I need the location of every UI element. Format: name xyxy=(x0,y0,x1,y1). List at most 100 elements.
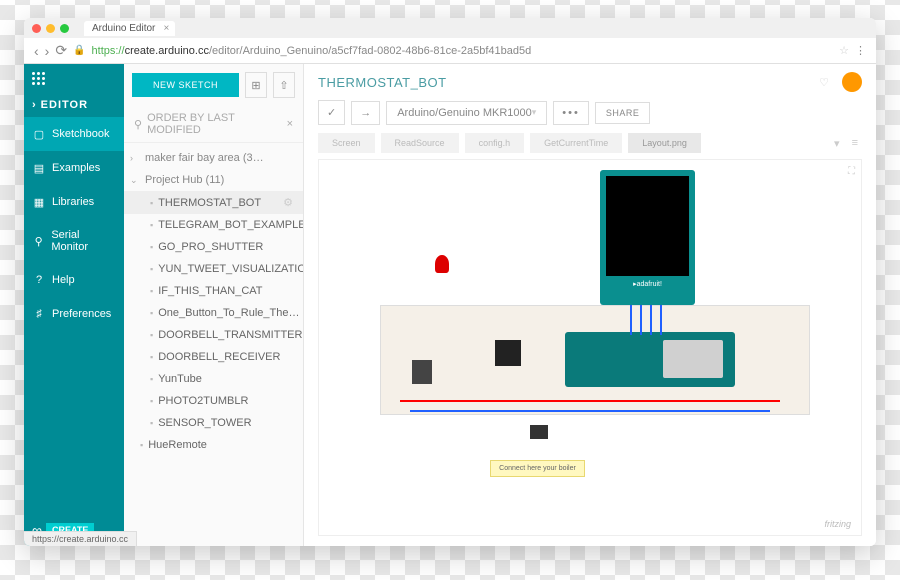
new-sketch-button[interactable]: NEW SKETCH xyxy=(132,73,239,97)
expand-icon[interactable]: ⛶ xyxy=(848,166,855,177)
window-titlebar: Arduino Editor xyxy=(24,18,876,38)
relay xyxy=(530,425,548,439)
tree-file[interactable]: ▪DOORBELL_RECEIVER xyxy=(124,346,303,368)
file-tree: maker fair bay area (3… Project Hub (11)… xyxy=(124,143,303,546)
wire xyxy=(400,400,780,402)
menu-icon[interactable]: ⋮ xyxy=(855,44,866,57)
forward-button[interactable]: › xyxy=(45,43,50,59)
file-icon: ▪ xyxy=(150,330,153,340)
maximize-window-button[interactable] xyxy=(60,24,69,33)
close-window-button[interactable] xyxy=(32,24,41,33)
sidebar-item-label: Preferences xyxy=(52,308,111,320)
sidebar-item-libraries[interactable]: ▦ Libraries xyxy=(24,185,124,219)
tab-config[interactable]: config.h xyxy=(465,133,525,153)
browser-window: Arduino Editor ‹ › ⟳ 🔒 https://create.ar… xyxy=(24,18,876,546)
chevron-down-icon[interactable]: ▾ xyxy=(830,135,844,152)
sidebar-item-preferences[interactable]: ♯ Preferences xyxy=(24,297,124,331)
wire xyxy=(410,410,770,412)
file-icon: ▪ xyxy=(150,264,153,274)
tree-file-label: YUN_TWEET_VISUALIZATIO… xyxy=(158,263,303,275)
tree-file-label: DOORBELL_TRANSMITTER xyxy=(158,329,302,341)
sidebar-item-sketchbook[interactable]: ▢ Sketchbook xyxy=(24,117,124,151)
import-button[interactable]: ⊞ xyxy=(245,72,267,98)
more-button[interactable]: ••• xyxy=(553,101,589,125)
sliders-icon: ♯ xyxy=(32,307,46,321)
back-button[interactable]: ‹ xyxy=(34,43,39,59)
wire xyxy=(640,305,642,335)
main-header: THERMOSTAT_BOT ♡ xyxy=(304,64,876,100)
tree-file[interactable]: ▪TELEGRAM_BOT_EXAMPLE_L… xyxy=(124,214,303,236)
project-title: THERMOSTAT_BOT xyxy=(318,75,806,90)
bell-icon: ♡ xyxy=(819,76,829,89)
tree-file-label: THERMOSTAT_BOT xyxy=(158,197,261,209)
tab-readsource[interactable]: ReadSource xyxy=(381,133,459,153)
wire xyxy=(650,305,652,335)
lock-icon: 🔒 xyxy=(73,45,85,56)
tree-file[interactable]: ▪HueRemote xyxy=(124,434,303,456)
wire xyxy=(630,305,632,335)
tree-file[interactable]: ▪SENSOR_TOWER xyxy=(124,412,303,434)
url-field[interactable]: https://create.arduino.cc/editor/Arduino… xyxy=(92,45,834,57)
url-protocol: https:// xyxy=(92,45,125,57)
reload-button[interactable]: ⟳ xyxy=(55,42,67,59)
file-icon: ▪ xyxy=(150,352,153,362)
notifications-button[interactable]: ♡ xyxy=(814,72,834,92)
board-select[interactable]: Arduino/Genuino MKR1000 xyxy=(386,101,547,125)
bookmark-icon[interactable]: ☆ xyxy=(839,44,849,57)
tree-file[interactable]: ▪IF_THIS_THAN_CAT xyxy=(124,280,303,302)
gear-icon[interactable]: ⚙ xyxy=(283,196,293,209)
close-icon[interactable]: × xyxy=(287,118,293,130)
tree-folder[interactable]: Project Hub (11) xyxy=(124,169,303,191)
folder-plus-icon: ⊞ xyxy=(251,79,260,92)
sidebar-item-label: Examples xyxy=(52,162,100,174)
mkr1000-board xyxy=(565,332,735,387)
wire xyxy=(660,305,662,335)
editor-title: › EDITOR xyxy=(24,93,124,117)
sidebar: › EDITOR ▢ Sketchbook ▤ Examples ▦ Libra… xyxy=(24,64,124,546)
file-icon: ▪ xyxy=(150,198,153,208)
sidebar-item-label: Libraries xyxy=(52,196,94,208)
avatar[interactable] xyxy=(842,72,862,92)
tree-file-label: HueRemote xyxy=(148,439,207,451)
tree-file[interactable]: ▪ DOORBELL_TRANSMITTER xyxy=(124,324,303,346)
dht-sensor xyxy=(412,360,432,384)
tree-file-label: GO_PRO_SHUTTER xyxy=(158,241,263,253)
address-bar: ‹ › ⟳ 🔒 https://create.arduino.cc/editor… xyxy=(24,38,876,64)
upload-button[interactable]: ⇧ xyxy=(273,72,295,98)
main-area: THERMOSTAT_BOT ♡ ✓ → Arduino/Genuino MKR… xyxy=(304,64,876,546)
file-icon: ▪ xyxy=(150,308,153,318)
layout-canvas: ⛶ Connect here your boiler xyxy=(318,159,862,536)
tab-layout-image[interactable]: Layout.png xyxy=(628,133,701,153)
tree-file-label: YunTube xyxy=(158,373,202,385)
tab-screen[interactable]: Screen xyxy=(318,133,375,153)
chevron-right-icon: › xyxy=(32,99,37,111)
list-icon[interactable]: ≡ xyxy=(848,135,862,152)
tree-folder-label: Project Hub (11) xyxy=(145,174,224,186)
tree-file[interactable]: ▪ THERMOSTAT_BOT ⚙ xyxy=(124,191,303,214)
sidebar-item-help[interactable]: ? Help xyxy=(24,263,124,297)
tree-folder-label: maker fair bay area (3… xyxy=(145,152,264,164)
tree-file[interactable]: ▪One_Button_To_Rule_The… xyxy=(124,302,303,324)
browser-tab[interactable]: Arduino Editor xyxy=(84,21,175,36)
sidebar-item-label: Help xyxy=(52,274,75,286)
tree-file[interactable]: ▪GO_PRO_SHUTTER xyxy=(124,236,303,258)
dots-icon: ••• xyxy=(562,107,580,119)
verify-button[interactable]: ✓ xyxy=(318,100,345,125)
sidebar-item-examples[interactable]: ▤ Examples xyxy=(24,151,124,185)
share-button[interactable]: SHARE xyxy=(595,102,651,124)
tree-file[interactable]: ▪YunTube xyxy=(124,368,303,390)
upload-sketch-button[interactable]: → xyxy=(351,101,380,125)
minimize-window-button[interactable] xyxy=(46,24,55,33)
check-icon: ✓ xyxy=(327,107,336,119)
tree-file[interactable]: ▪ YUN_TWEET_VISUALIZATIO… xyxy=(124,258,303,280)
sort-row[interactable]: ⚲ ORDER BY LAST MODIFIED × xyxy=(124,106,303,143)
app-menu-icon[interactable] xyxy=(24,64,124,93)
url-path: /editor/Arduino_Genuino/a5cf7fad-0802-48… xyxy=(209,45,531,57)
sort-label: ORDER BY LAST MODIFIED xyxy=(147,112,282,136)
tree-folder[interactable]: maker fair bay area (3… xyxy=(124,147,303,169)
tab-getcurrenttime[interactable]: GetCurrentTime xyxy=(530,133,622,153)
file-icon: ▪ xyxy=(150,418,153,428)
sidebar-item-serial-monitor[interactable]: ⚲ Serial Monitor xyxy=(24,219,124,263)
arrow-right-icon: → xyxy=(360,107,371,119)
tree-file[interactable]: ▪PHOTO2TUMBLR xyxy=(124,390,303,412)
